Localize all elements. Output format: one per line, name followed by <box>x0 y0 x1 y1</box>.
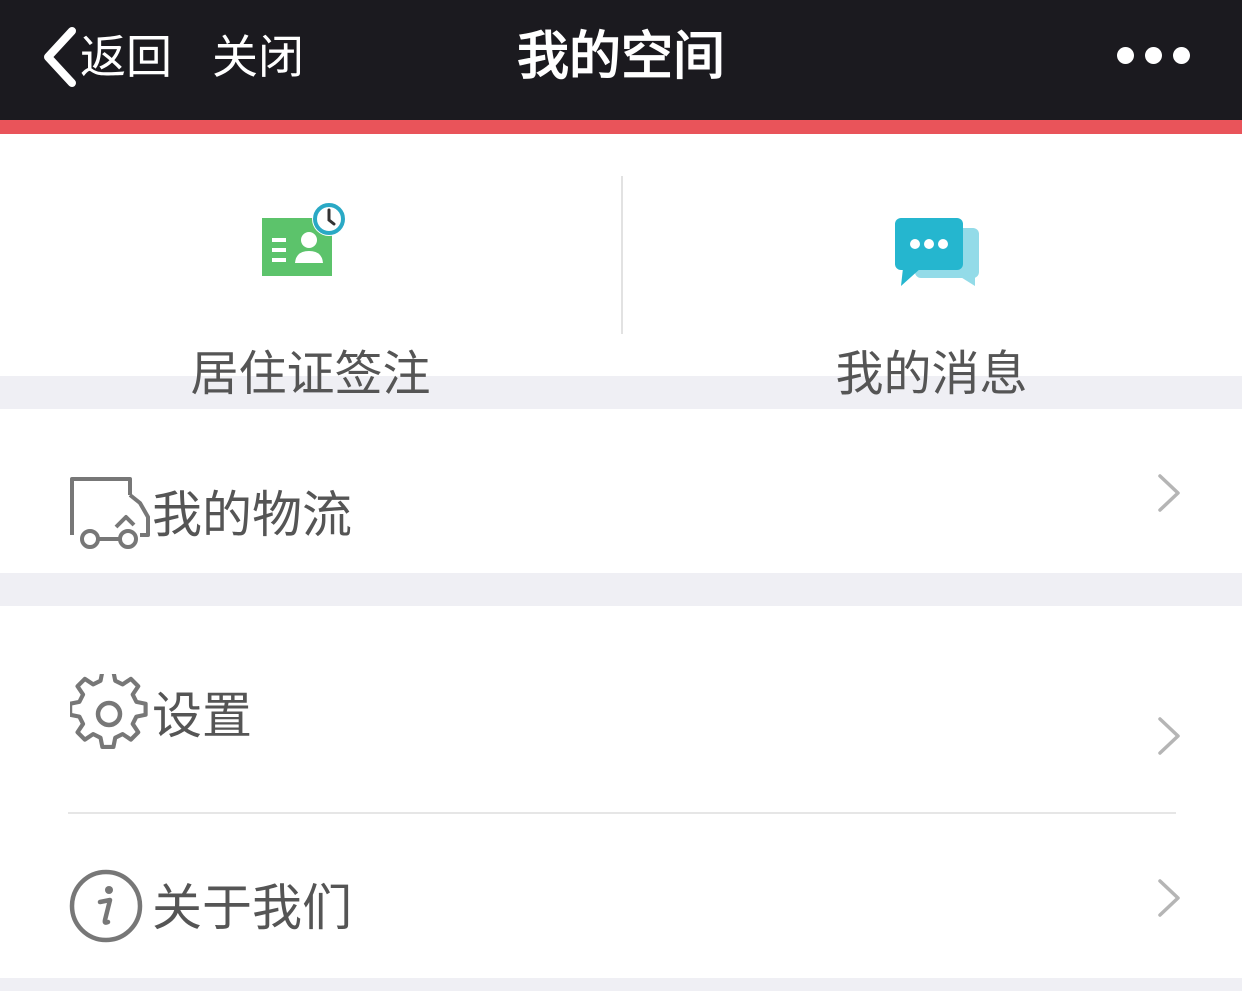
truck-icon <box>70 477 150 549</box>
more-dot <box>1173 46 1190 64</box>
list-item-label: 关于我们 <box>152 879 352 937</box>
more-dot <box>1145 46 1162 64</box>
quick-item-residence-permit[interactable]: 居住证签注 <box>0 134 621 409</box>
more-dots-icon[interactable] <box>1117 40 1190 70</box>
gear-icon <box>70 674 148 750</box>
list-item-logistics[interactable]: 我的物流 <box>0 409 1242 573</box>
id-card-clock-icon <box>262 202 346 276</box>
chevron-right-icon <box>1158 717 1180 755</box>
chevron-right-icon <box>1158 879 1180 917</box>
quick-item-label: 我的消息 <box>835 346 1028 402</box>
navigation-bar: 返回 关闭 我的空间 <box>0 0 1242 120</box>
quick-divider <box>621 176 623 334</box>
quick-item-messages[interactable]: 我的消息 <box>621 134 1242 409</box>
section-gap <box>0 573 1242 606</box>
chevron-right-icon <box>1158 474 1180 512</box>
page-title: 我的空间 <box>516 27 725 87</box>
section-gap <box>0 978 1242 991</box>
list-item-about[interactable]: 关于我们 <box>0 814 1242 978</box>
list-item-label: 我的物流 <box>152 486 352 544</box>
list-item-settings[interactable]: 设置 <box>0 606 1242 814</box>
more-dot <box>1117 46 1134 64</box>
chat-bubbles-icon <box>895 218 979 286</box>
accent-bar <box>0 120 1242 134</box>
info-icon <box>69 869 143 943</box>
quick-item-label: 居住证签注 <box>190 346 431 402</box>
list-item-label: 设置 <box>152 687 252 745</box>
